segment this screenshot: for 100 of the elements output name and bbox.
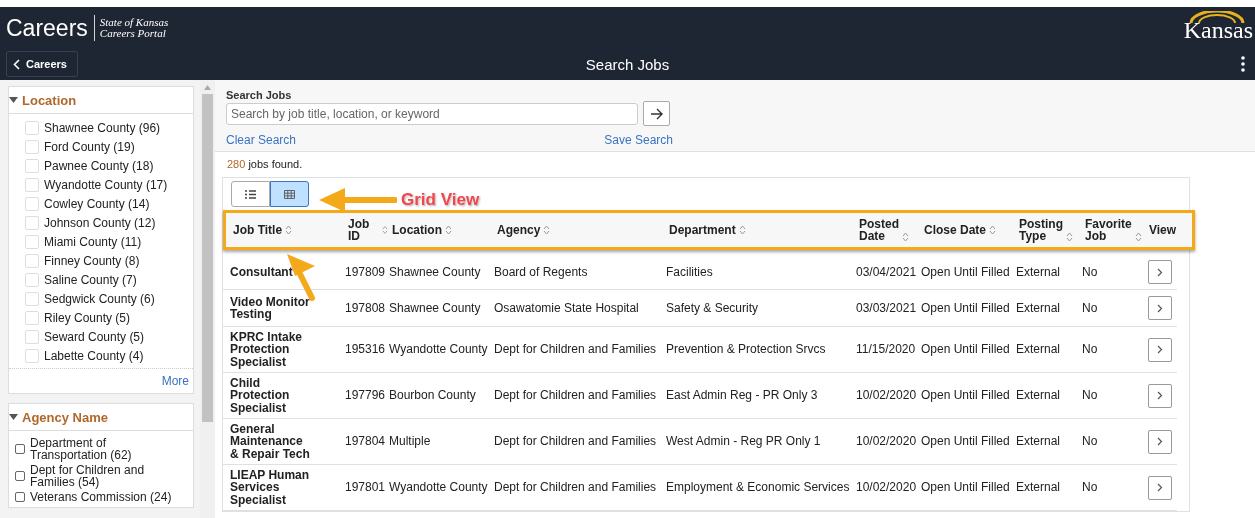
view-job-button[interactable] <box>1148 337 1172 362</box>
checkbox[interactable] <box>15 492 25 502</box>
search-submit-button[interactable] <box>643 101 670 126</box>
list-icon <box>245 189 256 199</box>
table-cell-text: 197809 <box>344 265 385 279</box>
table-cell-text: Wyandotte County <box>388 481 489 494</box>
checkbox[interactable] <box>15 444 25 454</box>
table-cell-text: Open Until Filled <box>920 389 1011 402</box>
column-header[interactable]: Agency <box>497 224 541 236</box>
table-cell-text: No <box>1081 435 1099 448</box>
table-cell-text: Open Until Filled <box>920 301 1011 315</box>
filter-option-label[interactable]: Department of Transportation (62) <box>30 437 180 461</box>
view-job-button[interactable] <box>1148 296 1172 320</box>
search-field[interactable]: Search by job title, location, or keyword <box>226 102 638 125</box>
caret-icon <box>9 97 18 103</box>
table-cell-text: Wyandotte County <box>388 343 489 356</box>
view-job-button[interactable] <box>1148 475 1172 500</box>
filter-option-label[interactable]: Finney County (8) <box>44 253 140 269</box>
table-cell-text: East Admin Reg - PR Only 3 <box>665 389 819 402</box>
table-cell-text: 197801 <box>344 481 385 494</box>
filter-option-label[interactable]: Seward County (5) <box>44 329 145 345</box>
view-job-button[interactable] <box>1148 429 1172 454</box>
sort-icon[interactable] <box>1134 232 1142 242</box>
search-label: Search Jobs <box>226 89 293 101</box>
sort-icon[interactable] <box>285 225 293 235</box>
filter-option-label[interactable]: Cowley County (14) <box>44 196 150 212</box>
table-cell-text: Open Until Filled <box>920 343 1011 356</box>
table-cell-text: Employment & Economic Services <box>665 481 851 494</box>
sort-icon[interactable] <box>989 225 997 235</box>
filter-panel-header[interactable]: Location <box>9 87 193 114</box>
column-header[interactable]: Location <box>392 224 442 236</box>
filter-option-label[interactable]: Dept for Children and Families (54) <box>30 464 180 488</box>
table-cell-text: Osawatomie State Hospital <box>493 301 640 315</box>
table-cell-text: 197796 <box>344 389 385 402</box>
filter-option-label[interactable]: Miami County (11) <box>44 234 142 250</box>
table-cell-text: Shawnee County <box>388 265 482 279</box>
table-cell-text: Dept for Children and Families <box>493 389 658 402</box>
filter-option-label[interactable]: Ford County (19) <box>44 139 135 155</box>
list-view-button[interactable] <box>231 181 270 207</box>
table-cell-text: West Admin - Reg PR Only 1 <box>665 435 822 448</box>
column-header[interactable]: Favorite Job <box>1085 218 1132 242</box>
chevron-right-icon <box>1157 437 1163 446</box>
scrollbar-thumb[interactable] <box>202 94 213 422</box>
sort-icon[interactable] <box>738 225 746 235</box>
table-cell-text: Open Until Filled <box>920 435 1011 448</box>
column-header[interactable]: Posted Date <box>859 218 899 242</box>
sort-icon[interactable] <box>543 225 551 235</box>
scroll-up-icon[interactable] <box>204 85 211 90</box>
table-cell-text: 195316 <box>344 343 385 356</box>
filter-panel-header[interactable]: Agency Name <box>9 404 193 431</box>
view-job-button[interactable] <box>1148 260 1172 284</box>
table-cell-text: KPRC Intake Protection Specialist <box>229 330 304 369</box>
column-header[interactable]: View <box>1149 224 1177 236</box>
grid-view-button[interactable] <box>270 181 309 207</box>
more-link[interactable]: More <box>157 369 193 393</box>
sort-icon[interactable] <box>1066 232 1073 242</box>
table-cell-text: Video Monitor Testing <box>229 295 311 321</box>
column-header[interactable]: Job ID <box>348 218 380 242</box>
filter-option-label[interactable]: Saline County (7) <box>44 272 137 288</box>
chevron-left-icon <box>13 58 20 70</box>
table-cell-text: Open Until Filled <box>920 481 1011 494</box>
kansas-logo-text: Kansas <box>1183 17 1253 44</box>
sort-icon[interactable] <box>902 232 909 242</box>
filter-option-label[interactable]: Riley County (5) <box>44 310 131 326</box>
table-cell-text: Bourbon County <box>388 389 477 402</box>
save-search-link[interactable]: Save Search <box>604 133 673 147</box>
filter-option-label[interactable]: Shawnee County (96) <box>44 120 161 136</box>
filter-option-label[interactable]: Johnson County (12) <box>44 215 156 231</box>
filter-option-label[interactable]: Labette County (4) <box>44 348 144 364</box>
table-cell-text: Child Protection Specialist <box>229 376 291 415</box>
table-cell-text: 11/15/2020 <box>855 343 917 356</box>
table-cell-text: Consultant <box>229 265 294 279</box>
table-cell-text: External <box>1015 435 1062 448</box>
column-header[interactable]: Close Date <box>924 224 987 236</box>
back-button[interactable]: Careers <box>6 51 78 77</box>
table-cell-text: No <box>1081 301 1099 315</box>
chevron-right-icon <box>1157 267 1163 277</box>
sort-icon[interactable] <box>382 225 388 235</box>
tagline: State of Kansas <box>99 16 169 28</box>
chevron-right-icon <box>1157 345 1163 354</box>
table-cell-text: Dept for Children and Families <box>493 343 658 356</box>
column-header[interactable]: Department <box>669 224 736 236</box>
filter-option-label[interactable]: Sedgwick County (6) <box>44 291 155 307</box>
clear-search-link[interactable]: Clear Search <box>226 133 297 147</box>
grid-icon <box>284 189 295 199</box>
table-cell-text: External <box>1015 301 1062 315</box>
sort-icon[interactable] <box>445 225 452 235</box>
caret-icon <box>9 414 18 420</box>
table-cell-text: Facilities <box>665 265 714 279</box>
table-cell-text: LIEAP Human Services Specialist <box>229 468 311 507</box>
filter-option-label[interactable]: Wyandotte County (17) <box>44 177 168 193</box>
more-menu-icon[interactable] <box>1241 56 1245 72</box>
column-header[interactable]: Job Title <box>233 224 283 236</box>
filter-option-label[interactable]: Pawnee County (18) <box>44 158 154 174</box>
view-job-button[interactable] <box>1148 383 1172 408</box>
annotation-label: Grid View <box>401 190 480 210</box>
filter-option-label[interactable]: Veterans Commission (24) <box>30 491 180 503</box>
column-header[interactable]: Posting Type <box>1019 218 1063 242</box>
checkbox[interactable] <box>15 471 25 481</box>
table-cell-text: No <box>1081 481 1099 494</box>
